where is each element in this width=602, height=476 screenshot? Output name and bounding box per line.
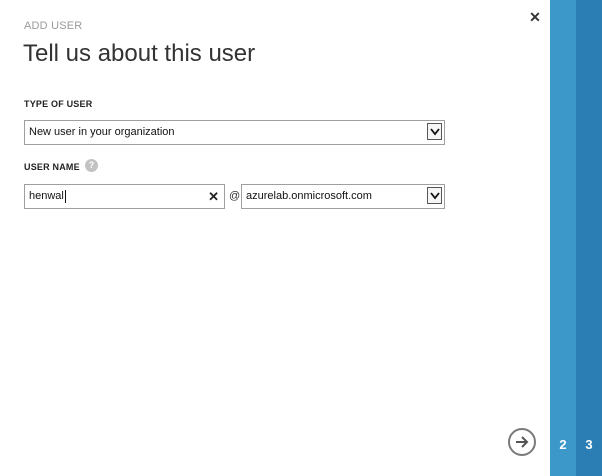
chevron-down-icon[interactable] [427, 123, 442, 140]
dialog-eyebrow: ADD USER [24, 20, 83, 32]
user-name-input[interactable]: henwal ✕ [24, 184, 225, 209]
step-2-number: 2 [559, 437, 567, 452]
help-icon[interactable]: ? [85, 159, 98, 172]
clear-icon[interactable]: ✕ [208, 185, 219, 208]
type-of-user-value: New user in your organization [29, 126, 175, 138]
type-of-user-select[interactable]: New user in your organization [24, 120, 445, 145]
next-arrow-button[interactable] [508, 428, 536, 456]
user-name-label: USER NAME [24, 162, 80, 172]
step-3-number: 3 [585, 437, 593, 452]
page-title: Tell us about this user [23, 40, 256, 67]
type-of-user-label: TYPE OF USER [24, 99, 93, 109]
user-name-value: henwal [29, 189, 66, 203]
wizard-step-2[interactable]: 2 [550, 0, 576, 476]
chevron-down-icon[interactable] [427, 187, 442, 204]
add-user-dialog: ✕ ADD USER Tell us about this user TYPE … [0, 0, 550, 476]
domain-value: azurelab.onmicrosoft.com [246, 190, 372, 202]
arrow-right-icon [516, 436, 529, 448]
wizard-step-3[interactable]: 3 [576, 0, 602, 476]
domain-select[interactable]: azurelab.onmicrosoft.com [241, 184, 445, 209]
at-sign: @ [229, 190, 241, 202]
close-icon[interactable]: ✕ [526, 8, 544, 26]
